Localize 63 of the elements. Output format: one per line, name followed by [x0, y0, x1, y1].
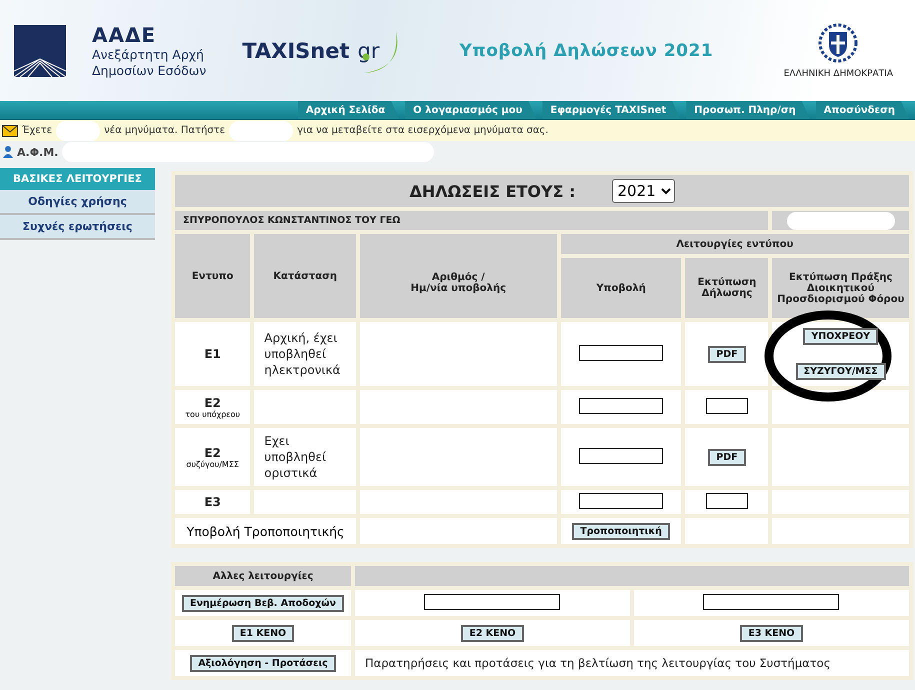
action-button[interactable]: Ενημέρωση Βεβ. Αποδοχών: [182, 594, 344, 612]
org-subtitle: Ανεξάρτητη Αρχή: [92, 46, 205, 62]
action-button[interactable]: Ε2 ΚΕΝΟ: [461, 624, 524, 642]
submit-button[interactable]: [579, 493, 664, 509]
pdf-button[interactable]: PDF: [708, 346, 746, 362]
emblem-caption: ΕΛΛΗΝΙΚΗ ΔΗΜΟΚΡΑΤΙΑ: [784, 68, 893, 78]
column-header: Εντυπο: [175, 234, 250, 318]
user-icon: [3, 146, 13, 158]
action-button[interactable]: [424, 594, 560, 610]
section-header: Αλλες λειτουργίες: [175, 566, 351, 586]
column-header: Εκτύπωση Πράξης Διοικητικού Προσδιορισμού Φόρου: [772, 258, 909, 318]
action-button[interactable]: [703, 594, 840, 610]
envelope-icon: [2, 124, 18, 136]
nav-tab[interactable]: Αποσύνδεση: [816, 101, 909, 119]
aade-logo-icon: [14, 24, 66, 76]
action-button[interactable]: Αξιολόγηση - Προτάσεις: [190, 654, 336, 672]
nav-tab[interactable]: Προσωπ. Πληρ/ση: [686, 101, 810, 119]
message-text: για να μεταβείτε στα εισερχόμενα μηνύματα σας.: [297, 125, 548, 136]
pdf-button[interactable]: PDF: [708, 448, 746, 466]
afm-label: Α.Φ.Μ.: [17, 146, 58, 158]
group-header: Λειτουργίες εντύπου: [560, 234, 909, 254]
submit-button[interactable]: [579, 398, 664, 414]
nav-tab[interactable]: Εφαρμογές TAXISnet: [542, 101, 680, 119]
form-code: Ε3: [203, 495, 222, 509]
submit-button[interactable]: [579, 448, 664, 464]
form-code: Ε2: [203, 446, 222, 460]
nav-tab[interactable]: Αρχική Σελίδα: [298, 101, 400, 119]
org-name: ΑΑΔΕ: [92, 22, 158, 46]
redacted-patch: [229, 120, 294, 140]
form-owner: του υπόχρεου: [184, 410, 242, 418]
taxpayer-name: ΣΠΥΡΟΠΟΥΛΟΣ ΚΩΝΣΤΑΝΤΙΝΟΣ ΤΟΥ ΓΕΩ: [183, 215, 400, 226]
message-text: νέα μηνύματα. Πατήστε: [104, 125, 226, 136]
action-button[interactable]: Ε1 ΚΕΝΟ: [232, 624, 294, 642]
act-print-button[interactable]: ΥΠΟΧΡΕΟΥ: [803, 328, 878, 345]
column-header: Αριθμός / Ημ/νία υποβολής: [360, 234, 557, 318]
form-owner: συζύγου/ΜΣΣ: [185, 460, 240, 468]
description-text: Παρατηρήσεις και προτάσεις για τη βελτίωση της λειτουργίας του Συστήματος: [365, 656, 830, 670]
submit-button[interactable]: Τροποποιητική: [572, 522, 670, 540]
column-header: Εκτύπωση Δήλωσης: [685, 258, 768, 318]
logo-text: TAXISnet: [242, 38, 350, 62]
sidebar-item[interactable]: Οδηγίες χρήσης: [0, 190, 155, 215]
status-text: Αρχική, έχει υποβληθεί ηλεκτρονικά: [264, 331, 340, 377]
submit-button[interactable]: [579, 345, 664, 361]
amend-label: Υποβολή Τροποποιητικής: [186, 524, 344, 538]
nav-tab[interactable]: Ο λογαριασμός μου: [405, 101, 536, 119]
message-text: Έχετε: [22, 125, 52, 136]
form-code: Ε2: [203, 396, 222, 410]
sidebar-title: ΒΑΣΙΚΕΣ ΛΕΙΤΟΥΡΓΙΕΣ: [0, 168, 155, 190]
column-header: Κατάσταση: [254, 234, 356, 318]
form-code: Ε1: [203, 347, 222, 361]
page-title: Υποβολή Δηλώσεων 2021: [460, 40, 714, 60]
action-button[interactable]: Ε3 ΚΕΝΟ: [740, 624, 803, 642]
column-header: Υποβολή: [560, 258, 682, 318]
pdf-button[interactable]: [706, 398, 748, 414]
pdf-button[interactable]: [706, 493, 748, 509]
status-text: Εχει υποβληθεί οριστικά: [264, 434, 326, 480]
redacted-patch: [56, 120, 100, 140]
sidebar-item[interactable]: Συχνές ερωτήσεις: [0, 215, 155, 240]
declarations-title: ΔΗΛΩΣΕΙΣ ΕΤΟΥΣ :: [410, 182, 576, 200]
act-print-button[interactable]: ΣΥΖΥΓΟΥ/ΜΣΣ: [796, 363, 886, 380]
org-subtitle: Δημοσίων Εσόδων: [92, 62, 206, 78]
emblem-icon: [818, 22, 858, 62]
year-select[interactable]: 2021: [612, 179, 674, 203]
